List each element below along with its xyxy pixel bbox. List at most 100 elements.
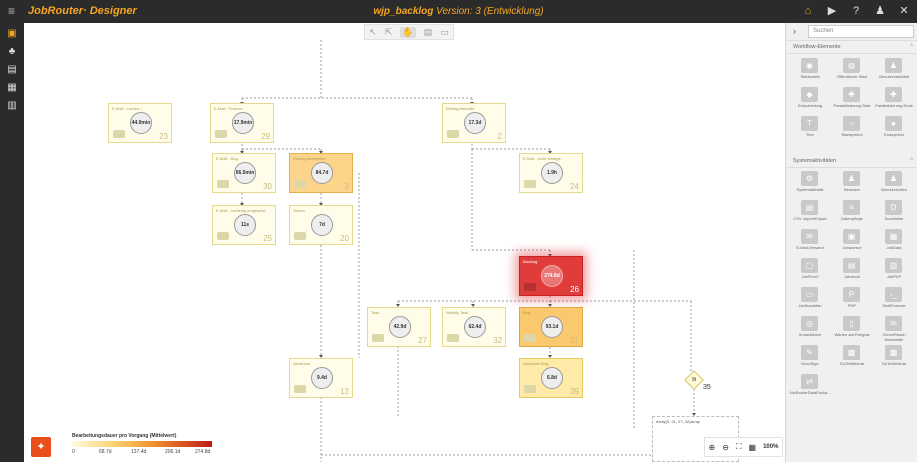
duration-bubble: 7d [311,214,333,236]
process-step-node[interactable]: E-Mail - vorherr... 44.9min 23 [108,103,172,143]
palette-item[interactable]: ◉ Startschritt [789,56,831,85]
palette-item[interactable]: ♟ Benutzer [831,169,873,198]
process-step-node[interactable]: Backlog 274.8d 26 [519,256,583,296]
legend-tick: 206.1d [165,449,181,455]
duration-bubble: 9.4d [311,367,333,389]
report-icon[interactable]: ▦ [6,82,18,94]
step-label: Weekly Task [446,310,469,315]
fit-screen-icon[interactable]: ⛶ [736,442,742,452]
legend-color-scale [72,441,212,447]
palette-item[interactable]: ▦ JobData [873,227,915,256]
subprocess-label: Array(3, 21, 27, 32)Array [656,419,701,424]
wait-icon: ▯ [843,316,860,331]
palette-item[interactable]: P PHP [831,285,873,314]
palette-item[interactable]: ♟ Benutzerrollen [873,169,915,198]
process-step-node[interactable]: Task 42.9d 27 [367,307,431,347]
palette-item[interactable]: ▢ JobFlexO [789,256,831,285]
process-step-node[interactable]: E-Mail - Frames 17.9min 29 [210,103,274,143]
process-step-node[interactable]: Eintrag beendet 17.3d 2 [442,103,506,143]
collapse-panel-icon[interactable]: › [793,26,796,36]
palette-item[interactable]: ▩ GoToWebinar [831,343,873,372]
webinar-icon: ▩ [843,345,860,360]
parallel-end-icon: ✚ [885,87,902,102]
process-step-node[interactable]: E-Mail - nicht freitags 1.9h 24 [519,153,583,193]
end-symbol-icon: ● [885,116,902,131]
palette-item[interactable]: ✎ DocuSign [789,343,831,372]
data-icon: ≡ [843,200,860,215]
palette-item[interactable]: ▯ Warten auf Ereignis [831,314,873,343]
user-icon[interactable]: ♟ [873,4,887,18]
palette-item[interactable]: ● Endsymbol [873,114,915,143]
system-activity-icon: ⚙ [801,171,818,186]
palette-item[interactable]: ✚ Parallelisierung Ende [873,85,915,114]
palette-item-label: Jobarchive [842,245,862,250]
palette-item[interactable]: D DocuWare [873,198,915,227]
help-icon[interactable]: ? [849,4,863,18]
palette-item[interactable]: ✉ CleverReach Newsletter [873,314,915,343]
step-label: Storno [293,208,305,213]
palette-item[interactable]: ▥ JobPDF [873,256,915,285]
shell-icon: ›_ [885,287,902,302]
print-icon: ▤ [843,258,860,273]
palette-item[interactable]: ✉ E-Mail-Versand [789,227,831,256]
process-step-node[interactable]: Eintrag bearbeiten 84.7d 3 [289,153,353,193]
process-step-node[interactable]: Abnahme 9.4d 12 [289,358,353,398]
process-step-node[interactable]: Abnahme Bug 6.8d 39 [519,358,583,398]
text-icon: T [801,116,818,131]
process-step-node[interactable]: Weekly Task 62.4d 32 [442,307,506,347]
top-bar: ≡ JobRouter· Designer wjp_backlog Versio… [0,0,917,23]
process-step-node[interactable]: E-Mail - vorläufig umgesetzt 11s 25 [212,205,276,245]
palette-item[interactable]: ≡ Datenpflege [831,198,873,227]
duration-bubble: 17.3d [464,112,486,134]
close-icon[interactable]: ✕ [897,4,911,18]
process-icon[interactable]: ▣ [6,28,18,40]
palette-item[interactable]: ▤ Jobdruck [831,256,873,285]
zoom-level[interactable]: 100% [763,444,778,450]
palette-item-label: Öffentlicher Start [837,74,867,79]
palette-item[interactable]: ♟ Benutzeraktivität [873,56,915,85]
palette-item[interactable]: ▤ CSV Import/Export [789,198,831,227]
palette-item-label: Entscheidung [797,103,823,108]
palette-item[interactable]: ⇄ JobRouterDataExcha... [789,372,831,401]
palette-item-label: E-Mail-Versand [796,245,824,250]
palette-item-label: Systemaktivität [796,187,824,192]
process-step-node[interactable]: E-Mail - Bug 66.5min 30 [212,153,276,193]
palette-item[interactable]: ○ Startsymbol [831,114,873,143]
palette-item[interactable]: ▭ JobScanMan [789,285,831,314]
palette-item-label: GoToWebinar [881,361,907,366]
user-icon: ♟ [843,171,860,186]
document-icon[interactable]: ▥ [6,100,18,112]
section-title: Systemaktivitäten [793,158,837,164]
home-icon[interactable]: ⌂ [801,4,815,18]
palette-item[interactable]: ⚙ Systemaktivität [789,169,831,198]
palette-item[interactable]: ›_ ShellExecute [873,285,915,314]
palette-item-label: GoToWebinar [839,361,865,366]
decision-icon: ◆ [801,87,818,102]
database-icon[interactable]: ▤ [6,64,18,76]
palette-item[interactable]: ◎ SmartAdvice [789,314,831,343]
palette-item[interactable]: ◆ Entscheidung [789,85,831,114]
palette-item[interactable]: ▩ GoToWebinar [873,343,915,372]
step-count: 26 [570,285,579,294]
palette-item-label: Endsymbol [884,132,904,137]
play-icon[interactable]: ▶ [825,4,839,18]
zoom-out-icon[interactable]: ⊖ [722,443,729,452]
zoom-in-icon[interactable]: ⊕ [709,443,716,452]
grid-toggle-icon[interactable]: ▦ [749,443,757,452]
tree-icon[interactable]: ♣ [6,46,18,58]
process-step-node[interactable]: Bug 93.1d 21 [519,307,583,347]
palette-item[interactable]: ◍ Öffentlicher Start [831,56,873,85]
search-input[interactable]: Suchen [808,25,914,38]
palette-item[interactable]: ✚ Parallelisierung Start [831,85,873,114]
process-step-node[interactable]: Storno 7d 20 [289,205,353,245]
user-activity-icon: ♟ [885,58,902,73]
process-canvas[interactable]: ↖ ⇱ ✋ ▤ ▭ E-Mail - vorherr... 44.9min 23… [24,23,785,462]
palette-item[interactable]: ▣ Jobarchive [831,227,873,256]
section-workflow-elements[interactable]: Workflow-Elemente ^ [786,42,917,54]
palette-item[interactable]: T Text [789,114,831,143]
user-activity-icon [524,180,536,188]
user-activity-icon [113,130,125,138]
chevron-up-icon: ^ [910,158,913,164]
section-system-activities[interactable]: Systemaktivitäten ^ [786,156,917,168]
legend-title: Bearbeitungsdauer pro Vorgang (Mittelwer… [72,433,177,439]
